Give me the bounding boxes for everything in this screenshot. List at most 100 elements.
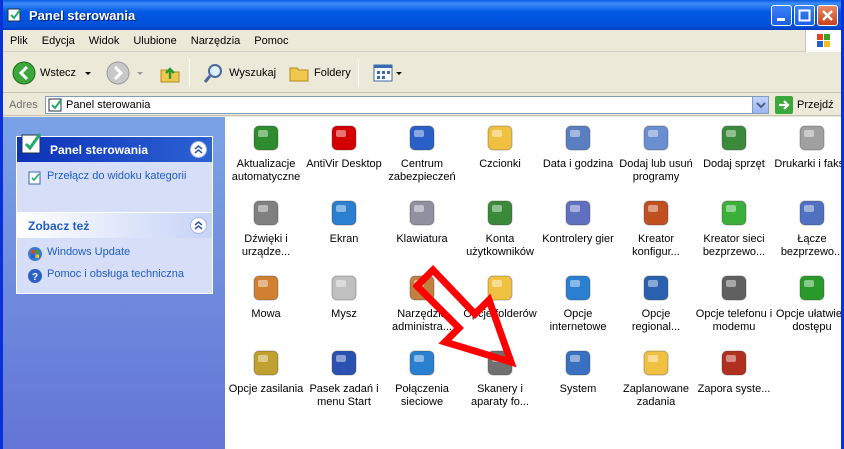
control-panel-icon [7,7,23,23]
item-label: Zapora syste... [697,383,771,395]
control-panel-item[interactable]: Dźwięki i urządze... [227,197,305,259]
folder-options-icon [484,272,516,304]
control-panel-item[interactable]: Pasek zadań i menu Start [305,347,383,409]
chevron-down-icon[interactable] [134,67,146,79]
views-icon [373,64,393,81]
item-label: Kontrolery gier [542,233,614,245]
back-button[interactable]: Wstecz [9,58,97,88]
menu-view[interactable]: Widok [82,35,127,47]
control-panel-task-panel: Panel sterowania Przełącz do widoku kate… [16,133,213,217]
keyboard-icon [406,197,438,229]
hardware-icon [718,122,750,154]
chevron-down-icon[interactable] [82,67,94,79]
control-panel-item[interactable]: Kreator sieci bezprzewo... [695,197,773,259]
address-dropdown-button[interactable] [752,97,768,113]
control-panel-item[interactable]: Klawiatura [383,197,461,246]
minimize-icon [777,18,785,21]
menu-favorites[interactable]: Ulubione [126,35,183,47]
panel-header[interactable]: Panel sterowania [17,133,212,162]
item-label: Klawiatura [396,233,448,245]
gamepad-icon [562,197,594,229]
control-panel-icon [21,133,42,154]
item-label: Centrum zabezpieczeń [388,158,456,183]
item-label: Opcje regional... [631,308,681,333]
control-panel-item[interactable]: Czcionki [461,122,539,171]
scanner-icon [484,347,516,379]
collapse-button[interactable] [190,141,207,158]
network-house-icon [640,197,672,229]
control-panel-item[interactable]: Opcje internetowe [539,272,617,334]
control-panel-item[interactable]: AntiVir Desktop [305,122,383,171]
maximize-icon [798,9,811,22]
views-button[interactable] [369,58,407,88]
item-label: Skanery i aparaty fo... [470,383,530,408]
item-label: Opcje folderów [463,308,537,320]
speech-icon [250,272,282,304]
search-button[interactable]: Wyszukaj [200,58,279,88]
item-label: Opcje internetowe [549,308,607,333]
back-arrow-icon [12,61,36,84]
control-panel-item[interactable]: Konta użytkowników [461,197,539,259]
control-panel-item[interactable]: Opcje regional... [617,272,695,334]
control-panel-item[interactable]: Zapora syste... [695,347,773,396]
control-panel-item[interactable]: Dodaj lub usuń programy [617,122,695,184]
help-icon: ? [28,269,42,283]
maximize-button[interactable] [794,5,815,26]
control-panel-item[interactable]: Mysz [305,272,383,321]
menu-file[interactable]: Plik [3,35,35,47]
toolbar-separator [189,58,191,87]
control-panel-item[interactable]: Centrum zabezpieczeń [383,122,461,184]
minimize-button[interactable] [771,5,792,26]
control-panel-item[interactable]: Kontrolery gier [539,197,617,246]
fonts-folder-icon [484,122,516,154]
chevron-down-icon[interactable] [394,67,404,79]
up-folder-button[interactable] [155,58,185,88]
control-panel-item[interactable]: Aktualizacje automatyczne [227,122,305,184]
control-panel-icon [48,98,62,112]
control-panel-item[interactable]: Połączenia sieciowe [383,347,461,409]
window: Panel sterowania Plik Edycja Widok Ulubi… [0,0,844,449]
windows-update-link[interactable]: Windows Update [27,246,202,262]
globe-icon [640,272,672,304]
close-button[interactable] [817,5,838,26]
control-panel-item[interactable]: Opcje zasilania [227,347,305,396]
address-input[interactable]: Panel sterowania [45,96,769,114]
admin-tools-icon [406,272,438,304]
control-panel-item[interactable]: Skanery i aparaty fo... [461,347,539,409]
control-panel-item[interactable]: Narzędzia administra... [383,272,461,334]
display-icon [328,197,360,229]
menu-tools[interactable]: Narzędzia [184,35,248,47]
control-panel-item[interactable]: Mowa [227,272,305,321]
control-panel-item[interactable]: Opcje ułatwień dostępu [773,272,841,334]
collapse-button[interactable] [190,217,207,234]
go-button[interactable]: Przejdź [775,96,834,114]
panel-header[interactable]: Zobacz też [17,213,212,238]
switch-category-view-link[interactable]: Przełącz do widoku kategorii [27,170,202,186]
control-panel-item[interactable]: System [539,347,617,396]
control-panel-item[interactable]: Zaplanowane zadania [617,347,695,409]
control-panel-item[interactable]: Ekran [305,197,383,246]
internet-options-icon [562,272,594,304]
toolbar: Wstecz Wyszukaj Foldery [3,53,841,93]
menu-help[interactable]: Pomoc [247,35,295,47]
control-panel-item[interactable]: Dodaj sprzęt [695,122,773,171]
control-panel-item[interactable]: Opcje telefonu i modemu [695,272,773,334]
task-pane: Panel sterowania Przełącz do widoku kate… [3,117,225,449]
control-panel-item[interactable]: Łącze bezprzewo... [773,197,841,259]
folders-icon [289,67,309,81]
svg-text:?: ? [32,272,38,283]
forward-arrow-icon [106,61,130,84]
chevron-down-icon [756,102,766,109]
control-panel-item[interactable]: Data i godzina [539,122,617,171]
folders-button[interactable]: Foldery [285,58,354,88]
item-label: Narzędzia administra... [392,308,452,333]
forward-button[interactable] [103,58,149,88]
help-support-link[interactable]: ? Pomoc i obsługa techniczna [27,268,202,284]
control-panel-item[interactable]: Drukarki i faksy [773,122,841,171]
firewall-icon [718,347,750,379]
menu-edit[interactable]: Edycja [35,35,82,47]
control-panel-item[interactable]: Opcje folderów [461,272,539,321]
close-icon [822,10,833,21]
title-bar[interactable]: Panel sterowania [3,0,841,30]
control-panel-item[interactable]: Kreator konfigur... [617,197,695,259]
